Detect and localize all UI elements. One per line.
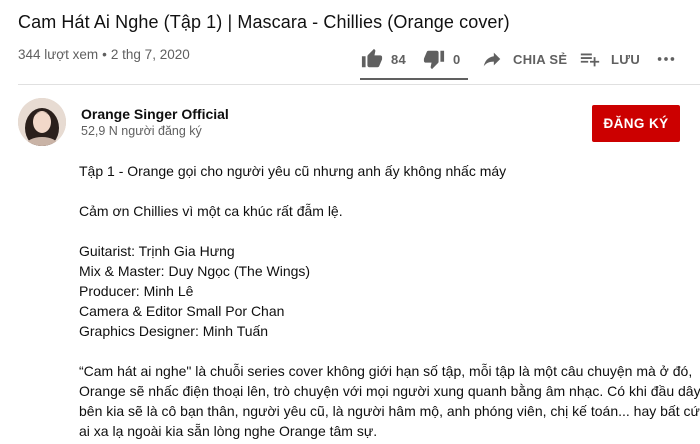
video-description: Tập 1 - Orange gọi cho người yêu cũ nhưn… <box>79 161 700 441</box>
description-line: Cảm ơn Chillies vì một ca khúc rất đẫm l… <box>79 203 343 219</box>
video-title: Cam Hát Ai Nghe (Tập 1) | Mascara - Chil… <box>18 12 510 32</box>
description-paragraph-line: “Cam hát ai nghe" là chuỗi series cover … <box>79 363 693 379</box>
dislike-count: 0 <box>453 51 461 67</box>
save-label: LƯU <box>611 51 641 67</box>
channel-name[interactable]: Orange Singer Official <box>81 106 229 122</box>
sentiment-bar <box>360 78 468 80</box>
video-meta: 344 lượt xem • 2 thg 7, 2020 <box>18 47 190 62</box>
dislike-button[interactable]: 0 <box>423 44 461 74</box>
more-horizontal-icon <box>655 48 677 70</box>
channel-avatar[interactable] <box>18 98 66 146</box>
credit-line: Graphics Designer: Minh Tuấn <box>79 323 269 339</box>
share-button[interactable]: CHIA SẺ <box>481 44 567 74</box>
divider <box>18 84 700 85</box>
share-arrow-icon <box>481 48 503 70</box>
thumbs-down-icon <box>423 48 445 70</box>
share-label: CHIA SẺ <box>513 51 568 67</box>
sentiment-bar-fill <box>360 78 468 80</box>
credit-line: Producer: Minh Lê <box>79 283 194 299</box>
description-paragraph-line: Orange sẽ nhấc điện thoại lên, trò chuyệ… <box>79 383 700 399</box>
more-actions-button[interactable] <box>655 44 677 74</box>
description-line: Tập 1 - Orange gọi cho người yêu cũ nhưn… <box>79 163 507 179</box>
credit-line: Camera & Editor Small Por Chan <box>79 303 285 319</box>
save-button[interactable]: LƯU <box>579 44 640 74</box>
like-count: 84 <box>391 51 407 67</box>
view-count: 344 lượt xem <box>18 47 99 62</box>
subscribe-button[interactable]: ĐĂNG KÝ <box>592 105 680 142</box>
credit-line: Mix & Master: Duy Ngọc (The Wings) <box>79 263 311 279</box>
thumbs-up-icon <box>361 48 383 70</box>
video-actions: 84 0 CHIA SẺ LƯU <box>355 44 700 74</box>
like-button[interactable]: 84 <box>361 44 406 74</box>
subscriber-count: 52,9 N người đăng ký <box>81 124 202 138</box>
description-paragraph-line: ai xa lạ ngoài kia sẵn lòng nghe Orange … <box>79 423 378 439</box>
credit-line: Guitarist: Trịnh Gia Hưng <box>79 243 235 259</box>
meta-separator: • <box>102 47 107 62</box>
description-paragraph-line: bên kia sẽ là cô bạn thân, người yêu cũ,… <box>79 403 700 419</box>
upload-date: 2 thg 7, 2020 <box>110 47 190 62</box>
playlist-add-icon <box>579 48 601 70</box>
